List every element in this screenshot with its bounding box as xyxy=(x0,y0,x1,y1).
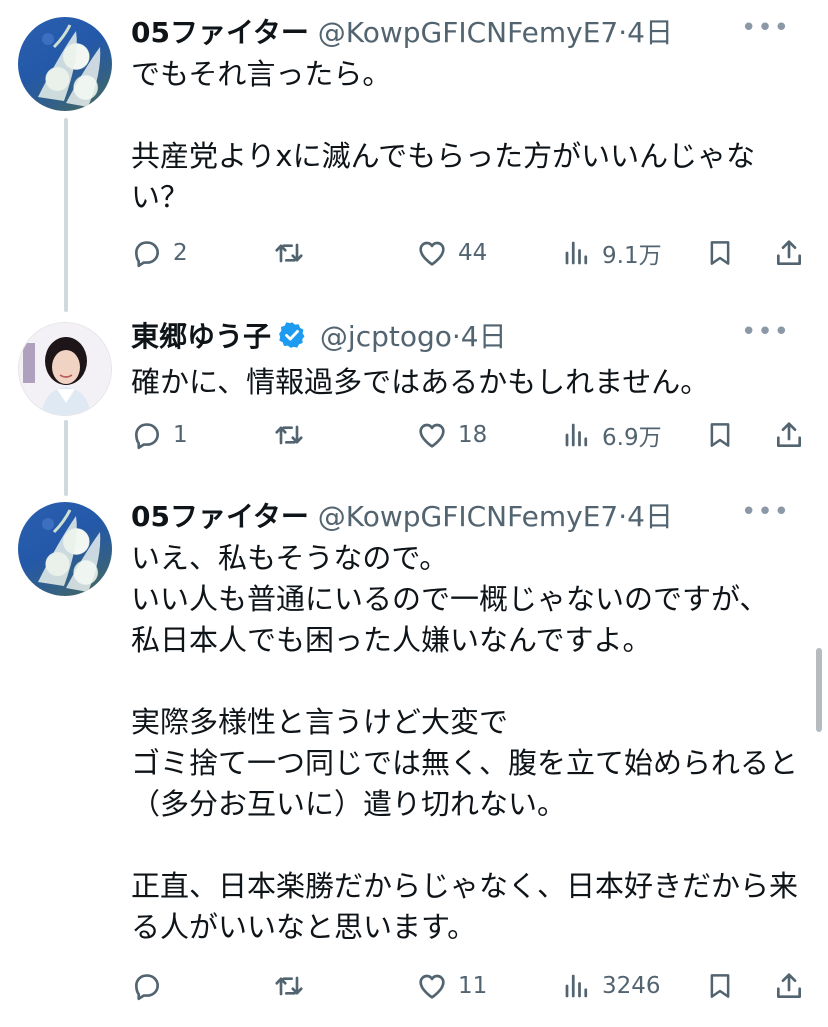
views-count: 6.9万 xyxy=(602,425,662,451)
author-handle[interactable]: @KowpGFICNFemyE7 xyxy=(318,500,618,533)
author-name[interactable]: 05ファイター xyxy=(131,500,309,533)
retweet-button[interactable] xyxy=(272,233,316,273)
share-icon xyxy=(777,973,801,998)
tweet[interactable]: 05ファイター @KowpGFICNFemyE7·4日 ••• いえ、私もそうな… xyxy=(0,494,828,1027)
tweet[interactable]: 東郷ゆう子 @jcptogo·4日 ••• 確かに、情報過多ではあるかもしれませ… xyxy=(0,312,828,482)
separator-dot: · xyxy=(618,16,628,49)
share-button[interactable] xyxy=(773,233,805,273)
bookmark-icon xyxy=(710,241,730,265)
views-button[interactable]: 3246 xyxy=(562,966,661,1006)
views-count: 9.1万 xyxy=(602,243,662,269)
timestamp[interactable]: 4日 xyxy=(627,16,673,49)
action-bar: 2 44 9.1万 xyxy=(131,233,812,273)
verified-badge-icon xyxy=(279,322,305,348)
separator-dot: · xyxy=(618,500,628,533)
more-icon[interactable]: ••• xyxy=(741,317,790,347)
reply-icon xyxy=(135,423,159,450)
tweet-text: いえ、私もそうなので。 いい人も普通にいるので一概じゃないのですが、 私日本人で… xyxy=(131,541,799,944)
share-button[interactable] xyxy=(773,966,805,1006)
reply-icon xyxy=(135,241,159,268)
like-count: 18 xyxy=(458,422,488,448)
timestamp[interactable]: 4日 xyxy=(627,500,673,533)
share-icon xyxy=(777,422,801,447)
action-bar: 1 18 6.9万 xyxy=(131,415,812,455)
avatar[interactable] xyxy=(18,322,112,416)
views-icon xyxy=(565,423,588,447)
tweet-text: 確かに、情報過多ではあるかもしれません。 xyxy=(131,365,710,399)
tweet-header: 05ファイター @KowpGFICNFemyE7·4日 ••• xyxy=(131,497,812,537)
bookmark-icon xyxy=(710,423,730,447)
author-name[interactable]: 05ファイター xyxy=(131,16,309,49)
views-button[interactable]: 9.1万 xyxy=(562,233,662,273)
avatar[interactable] xyxy=(18,502,112,596)
action-bar: 11 3246 xyxy=(131,966,812,1006)
views-icon xyxy=(565,974,588,998)
reply-button[interactable]: 2 xyxy=(131,233,188,273)
views-button[interactable]: 6.9万 xyxy=(562,415,662,455)
scrollbar[interactable] xyxy=(816,648,822,732)
reply-button[interactable] xyxy=(131,966,173,1006)
reply-count: 2 xyxy=(173,240,188,266)
avatar[interactable] xyxy=(18,17,112,111)
retweet-button[interactable] xyxy=(272,966,316,1006)
more-icon[interactable]: ••• xyxy=(741,497,790,527)
retweet-icon xyxy=(275,976,303,996)
more-icon[interactable]: ••• xyxy=(741,13,790,43)
author-handle[interactable]: @KowpGFICNFemyE7 xyxy=(318,16,618,49)
like-button[interactable]: 11 xyxy=(416,966,487,1006)
share-button[interactable] xyxy=(773,415,805,455)
tweet-header: 05ファイター @KowpGFICNFemyE7·4日 ••• xyxy=(131,13,812,53)
like-icon xyxy=(419,974,445,999)
like-icon xyxy=(419,241,445,266)
retweet-button[interactable] xyxy=(272,415,316,455)
views-count: 3246 xyxy=(602,973,661,999)
bookmark-button[interactable] xyxy=(705,966,735,1006)
reply-count: 1 xyxy=(173,422,188,448)
author-handle[interactable]: @jcptogo xyxy=(320,320,452,353)
retweet-icon xyxy=(275,243,303,263)
bookmark-button[interactable] xyxy=(705,233,735,273)
like-button[interactable]: 18 xyxy=(416,415,487,455)
share-icon xyxy=(777,240,801,265)
timestamp[interactable]: 4日 xyxy=(461,320,507,353)
views-icon xyxy=(565,241,588,265)
separator-dot: · xyxy=(451,320,461,353)
like-icon xyxy=(419,423,445,448)
reply-icon xyxy=(135,974,159,1001)
retweet-icon xyxy=(275,425,303,445)
tweet[interactable]: 05ファイター @KowpGFICNFemyE7·4日 ••• でもそれ言ったら… xyxy=(0,0,828,300)
like-count: 11 xyxy=(458,973,488,999)
bookmark-icon xyxy=(710,974,730,998)
tweet-text: でもそれ言ったら。 共産党よりxに滅んでもらった方がいいんじゃない？ xyxy=(131,57,756,214)
reply-button[interactable]: 1 xyxy=(131,415,188,455)
like-button[interactable]: 44 xyxy=(416,233,487,273)
like-count: 44 xyxy=(458,240,488,266)
bookmark-button[interactable] xyxy=(705,415,735,455)
tweet-header: 東郷ゆう子 @jcptogo·4日 ••• xyxy=(131,317,812,357)
author-name[interactable]: 東郷ゆう子 xyxy=(131,320,271,353)
